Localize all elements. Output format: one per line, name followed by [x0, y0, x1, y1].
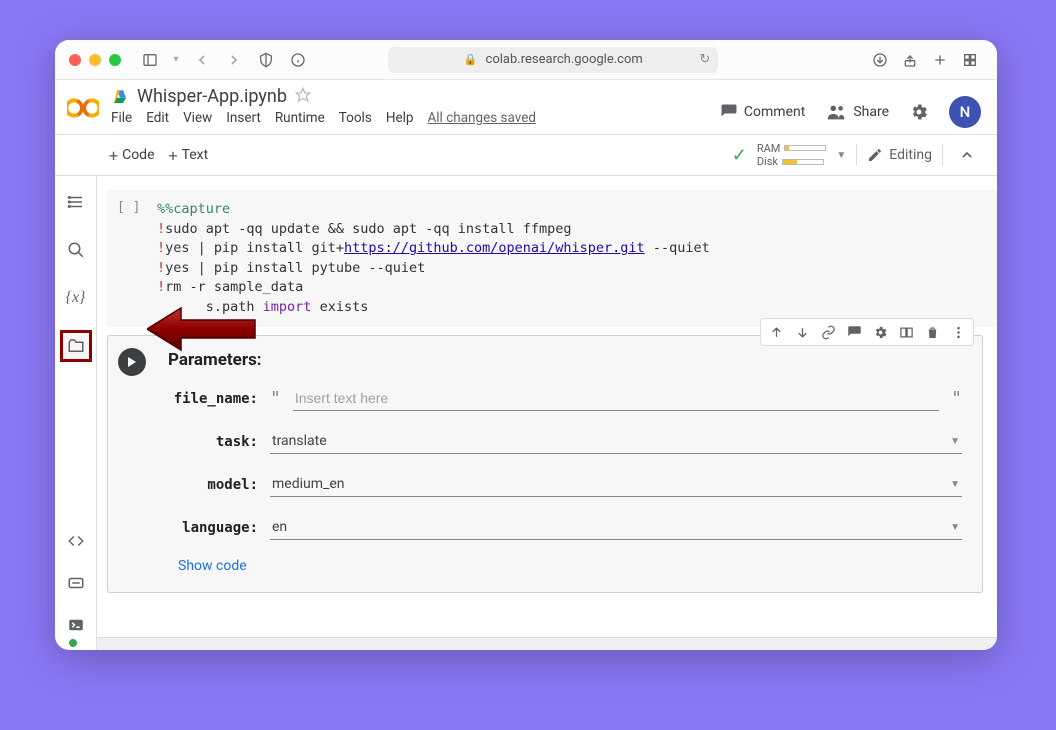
toc-icon[interactable] — [60, 186, 92, 218]
drive-icon — [111, 88, 129, 106]
info-icon[interactable] — [285, 47, 311, 73]
menu-runtime[interactable]: Runtime — [275, 110, 325, 126]
disk-label: Disk — [757, 155, 778, 168]
task-label: task: — [168, 434, 258, 450]
task-select[interactable]: translate ▼ — [270, 429, 962, 454]
cell-settings-icon[interactable] — [867, 321, 893, 343]
model-label: model: — [168, 477, 258, 493]
back-button[interactable] — [189, 47, 215, 73]
variables-icon[interactable]: {x} — [60, 282, 92, 314]
model-select[interactable]: medium_en ▼ — [270, 472, 962, 497]
text-label: Text — [182, 147, 209, 163]
menu-edit[interactable]: Edit — [146, 110, 169, 126]
download-icon[interactable] — [867, 47, 893, 73]
connected-check-icon: ✓ — [732, 145, 747, 166]
task-value: translate — [272, 433, 327, 449]
menu-help[interactable]: Help — [386, 110, 414, 126]
chevron-down-icon: ▼ — [950, 522, 960, 533]
link-icon[interactable] — [815, 321, 841, 343]
file-name-input[interactable] — [293, 386, 939, 411]
maximize-window[interactable] — [109, 54, 121, 66]
file-name-label: file_name: — [168, 391, 258, 407]
forward-button[interactable] — [221, 47, 247, 73]
shield-icon[interactable] — [253, 47, 279, 73]
url-text: colab.research.google.com — [486, 52, 643, 67]
star-icon[interactable] — [295, 87, 311, 107]
avatar-initial: N — [960, 103, 971, 121]
code-cell-1[interactable]: [ ] %%capture !sudo apt -qq update && su… — [107, 190, 997, 327]
minimize-window[interactable] — [89, 54, 101, 66]
cell-code[interactable]: %%capture !sudo apt -qq update && sudo a… — [107, 190, 997, 327]
menu-file[interactable]: File — [111, 110, 132, 126]
toolbar: + Code + Text ✓ RAM Disk ▼ — [55, 134, 997, 176]
chevron-down-icon[interactable]: ▾ — [169, 47, 183, 73]
search-icon[interactable] — [60, 234, 92, 266]
bottom-scrollbar[interactable] — [97, 637, 997, 650]
doc-title[interactable]: Whisper-App.ipynb — [137, 86, 287, 107]
status-all-changes-saved[interactable]: All changes saved — [427, 110, 536, 126]
cell-toolbar — [760, 318, 974, 346]
files-icon[interactable] — [60, 330, 92, 362]
browser-window: ▾ 🔒 colab.research.google.com ↻ — [55, 40, 997, 650]
code-snippets-icon[interactable] — [60, 525, 92, 557]
settings-button[interactable] — [909, 102, 929, 122]
comment-label: Comment — [744, 104, 805, 120]
language-select[interactable]: en ▼ — [270, 515, 962, 540]
add-code-button[interactable]: + Code — [109, 146, 155, 165]
doc-info: Whisper-App.ipynb File Edit View Insert … — [111, 86, 710, 126]
ram-label: RAM — [757, 142, 781, 155]
traffic-lights — [69, 54, 121, 66]
runtime-dropdown-icon[interactable]: ▼ — [836, 150, 846, 161]
form-cell-parameters[interactable]: Parameters: file_name: " " task: transla… — [107, 335, 983, 593]
editing-mode-button[interactable]: Editing — [867, 147, 932, 163]
terminal-icon[interactable] — [60, 609, 92, 641]
model-value: medium_en — [272, 476, 344, 492]
browser-chrome: ▾ 🔒 colab.research.google.com ↻ — [55, 40, 997, 80]
menu-bar: File Edit View Insert Runtime Tools Help… — [111, 110, 710, 126]
address-bar[interactable]: 🔒 colab.research.google.com ↻ — [388, 47, 718, 73]
colab-logo[interactable] — [65, 90, 101, 126]
move-down-icon[interactable] — [789, 321, 815, 343]
comment-icon[interactable] — [841, 321, 867, 343]
move-up-icon[interactable] — [763, 321, 789, 343]
form-title: Parameters: — [168, 350, 962, 370]
language-label: language: — [168, 520, 258, 536]
tabs-overview-icon[interactable] — [957, 47, 983, 73]
comment-button[interactable]: Comment — [720, 103, 805, 121]
collapse-header-button[interactable] — [953, 141, 981, 169]
delete-cell-icon[interactable] — [919, 321, 945, 343]
reload-icon[interactable]: ↻ — [699, 52, 710, 67]
notebook-content: [ ] %%capture !sudo apt -qq update && su… — [97, 176, 997, 650]
cell-gutter: [ ] — [117, 200, 140, 215]
share-label: Share — [853, 104, 889, 120]
mirror-cell-icon[interactable] — [893, 321, 919, 343]
sidebar-toggle-icon[interactable] — [137, 47, 163, 73]
language-value: en — [272, 519, 287, 535]
menu-insert[interactable]: Insert — [226, 110, 261, 126]
lock-icon: 🔒 — [464, 53, 478, 66]
command-palette-icon[interactable] — [60, 567, 92, 599]
chevron-down-icon: ▼ — [950, 436, 960, 447]
editing-label: Editing — [889, 147, 932, 163]
more-icon[interactable] — [945, 321, 971, 343]
ram-disk-indicator[interactable]: RAM Disk — [757, 142, 827, 168]
new-tab-icon[interactable] — [927, 47, 953, 73]
left-sidebar: {x} — [55, 176, 97, 650]
code-label: Code — [122, 147, 154, 163]
menu-view[interactable]: View — [183, 110, 212, 126]
add-text-button[interactable]: + Text — [169, 146, 209, 165]
chevron-down-icon: ▼ — [950, 479, 960, 490]
colab-header: Whisper-App.ipynb File Edit View Insert … — [55, 80, 997, 128]
close-window[interactable] — [69, 54, 81, 66]
main-area: {x} [ ] %%capture !sudo apt - — [55, 176, 997, 650]
kernel-status-dot — [69, 639, 77, 647]
share-icon[interactable] — [897, 47, 923, 73]
share-button[interactable]: Share — [825, 101, 889, 123]
header-right: Comment Share N — [720, 96, 981, 128]
avatar[interactable]: N — [949, 96, 981, 128]
menu-tools[interactable]: Tools — [339, 110, 372, 126]
show-code-link[interactable]: Show code — [178, 558, 962, 574]
